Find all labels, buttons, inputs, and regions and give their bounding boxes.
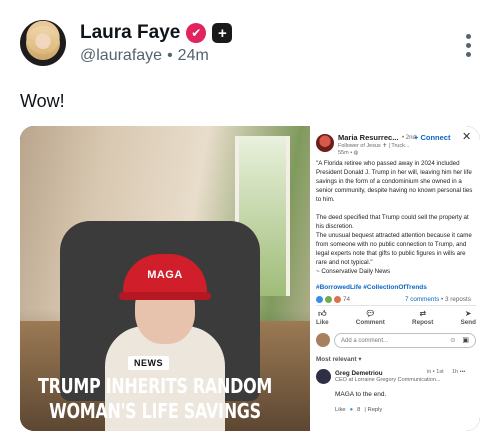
divider [316, 305, 476, 306]
sort-dropdown[interactable]: Most relevant ▾ [316, 355, 362, 364]
reaction-count: 74 [343, 296, 351, 303]
comment-input[interactable]: Add a comment... ☺ ▣ [334, 333, 476, 348]
author-name-row: Laura Faye ✔ + [80, 22, 233, 44]
celebrate-reaction-icon [325, 296, 332, 304]
repost-icon: ⇄ [419, 309, 427, 318]
comment-label: Comment [355, 319, 385, 326]
news-tag: NEWS [128, 356, 169, 370]
comments-count[interactable]: 7 comments [405, 296, 439, 303]
like-label: Like [316, 319, 329, 326]
repost-label: Repost [412, 319, 434, 326]
comment-icon: 💬︎ [365, 309, 376, 318]
handle-separator: • [167, 47, 173, 64]
thumbs-up-icon: 👍︎ [318, 309, 327, 318]
love-reaction-icon [334, 296, 341, 304]
commenter-avatar[interactable] [316, 369, 331, 384]
comment-actions: Like ● 8 | Reply [335, 406, 382, 414]
close-icon[interactable]: ✕ [462, 130, 471, 146]
connect-button[interactable]: + Connect [414, 133, 450, 144]
send-icon: ➤ [464, 309, 472, 318]
post-media[interactable]: MAGA NEWS TRUMP INHERITS RANDOM WOMAN'S … [20, 126, 480, 431]
comment-like-icon: ● [349, 407, 354, 413]
comment-like-count: 8 [357, 407, 361, 413]
like-button[interactable]: 👍︎ Like [316, 309, 329, 327]
post-time[interactable]: 24m [178, 47, 209, 65]
red-hat-brim [119, 292, 211, 300]
comment-like-button[interactable]: Like [335, 406, 346, 414]
author-display-name[interactable]: Laura Faye [80, 22, 180, 44]
reactions-summary[interactable]: 74 [316, 295, 350, 304]
more-options-icon[interactable] [466, 34, 472, 57]
verified-badge-icon: ✔ [186, 23, 207, 43]
commenter-meta: in • 1st [427, 369, 444, 375]
poster-avatar[interactable] [316, 134, 334, 152]
plus-badge-icon: + [212, 23, 233, 43]
comment-text: MAGA to the end. [335, 391, 387, 398]
linkedin-post-card: Maria Resurrec... • 2nd + Connect ✕ Foll… [310, 126, 480, 431]
news-photo: MAGA NEWS TRUMP INHERITS RANDOM WOMAN'S … [20, 126, 310, 431]
reposts-count[interactable]: • 3 reposts [441, 296, 471, 303]
image-icon[interactable]: ▣ [462, 336, 469, 346]
comment-placeholder: Add a comment... [341, 338, 389, 344]
headline-line-2: WOMAN'S LIFE SAVINGS [49, 399, 261, 423]
poster-time: 55m • ◍ [338, 150, 359, 156]
viewer-avatar [316, 333, 330, 347]
hashtags[interactable]: #BorrowedLife #CollectionOfTrends [316, 283, 427, 292]
comment-button[interactable]: 💬︎ Comment [356, 309, 385, 327]
commenter-title: CEO at Lorraine Gregory Communication... [335, 377, 441, 383]
comment-time[interactable]: 1h ••• [452, 369, 465, 377]
emoji-icon[interactable]: ☺ [449, 336, 456, 346]
action-bar: 👍︎ Like 💬︎ Comment ⇄ Repost ➤ Send [316, 309, 476, 327]
linkedin-post-body: "A Florida retiree who passed away in 20… [316, 160, 473, 275]
headline-line-1: TRUMP INHERITS RANDOM [38, 374, 272, 398]
like-reaction-icon [316, 296, 323, 304]
news-headline: TRUMP INHERITS RANDOM WOMAN'S LIFE SAVIN… [20, 374, 290, 424]
comment-box-icons: ☺ ▣ [449, 336, 469, 346]
send-button[interactable]: ➤ Send [461, 309, 476, 327]
hat-text: MAGA [147, 269, 183, 281]
author-handle-row: @laurafaye • 24m [80, 47, 209, 65]
comment-reply-button[interactable]: | Reply [364, 406, 382, 414]
author-avatar[interactable] [20, 20, 66, 66]
engagement-stats: 7 comments • 3 reposts [405, 295, 471, 304]
post-text: Wow! [20, 91, 65, 111]
author-handle[interactable]: @laurafaye [80, 47, 162, 65]
repost-button[interactable]: ⇄ Repost [412, 309, 433, 327]
send-label: Send [460, 319, 476, 326]
